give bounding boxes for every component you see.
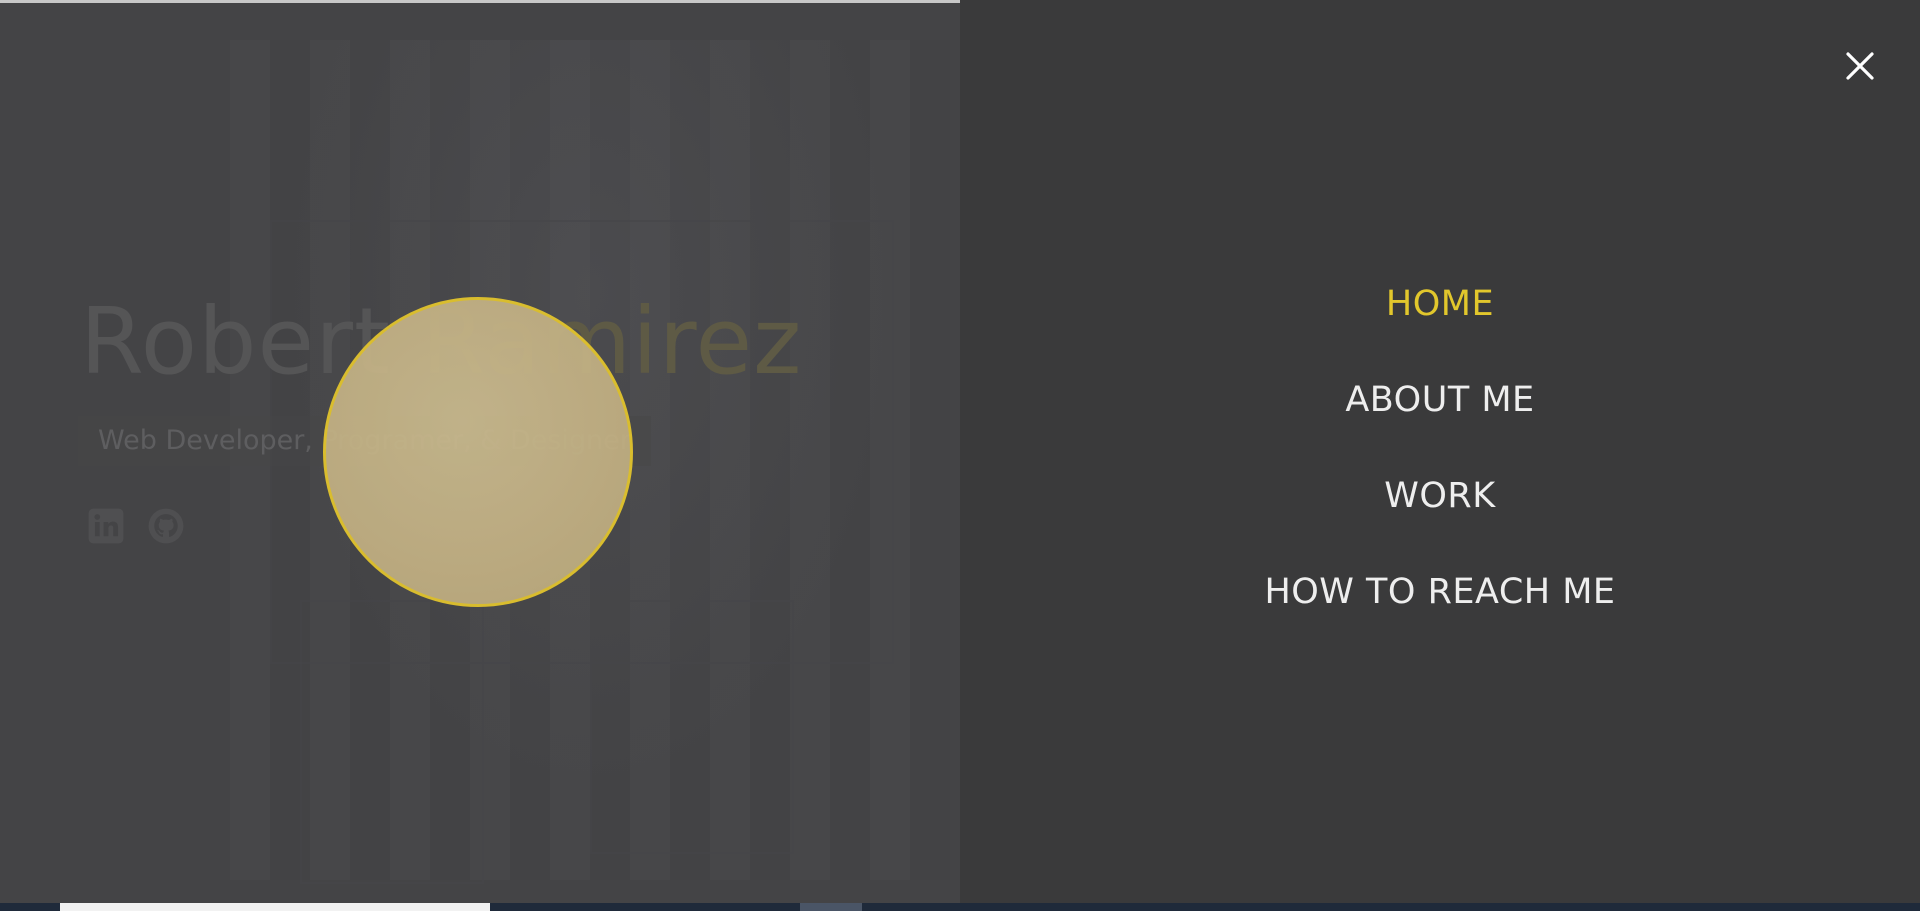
page: Robert Ramirez Web Developer, Programer,… <box>0 0 1920 911</box>
nav-item-contact[interactable]: HOW TO REACH ME <box>960 572 1920 668</box>
bottom-strip <box>0 903 1920 911</box>
social-links <box>86 506 186 546</box>
linkedin-icon[interactable] <box>86 506 126 546</box>
nav-item-about-me[interactable]: ABOUT ME <box>960 380 1920 476</box>
nav-item-home[interactable]: HOME <box>960 284 1920 380</box>
hero-section: Robert Ramirez Web Developer, Programer,… <box>0 0 960 903</box>
github-icon[interactable] <box>146 506 186 546</box>
nav-overlay: HOME ABOUT ME WORK HOW TO REACH ME <box>960 0 1920 903</box>
close-icon[interactable] <box>1840 46 1880 86</box>
nav-item-work[interactable]: WORK <box>960 476 1920 572</box>
avatar-placeholder <box>323 297 633 607</box>
nav-menu: HOME ABOUT ME WORK HOW TO REACH ME <box>960 284 1920 668</box>
